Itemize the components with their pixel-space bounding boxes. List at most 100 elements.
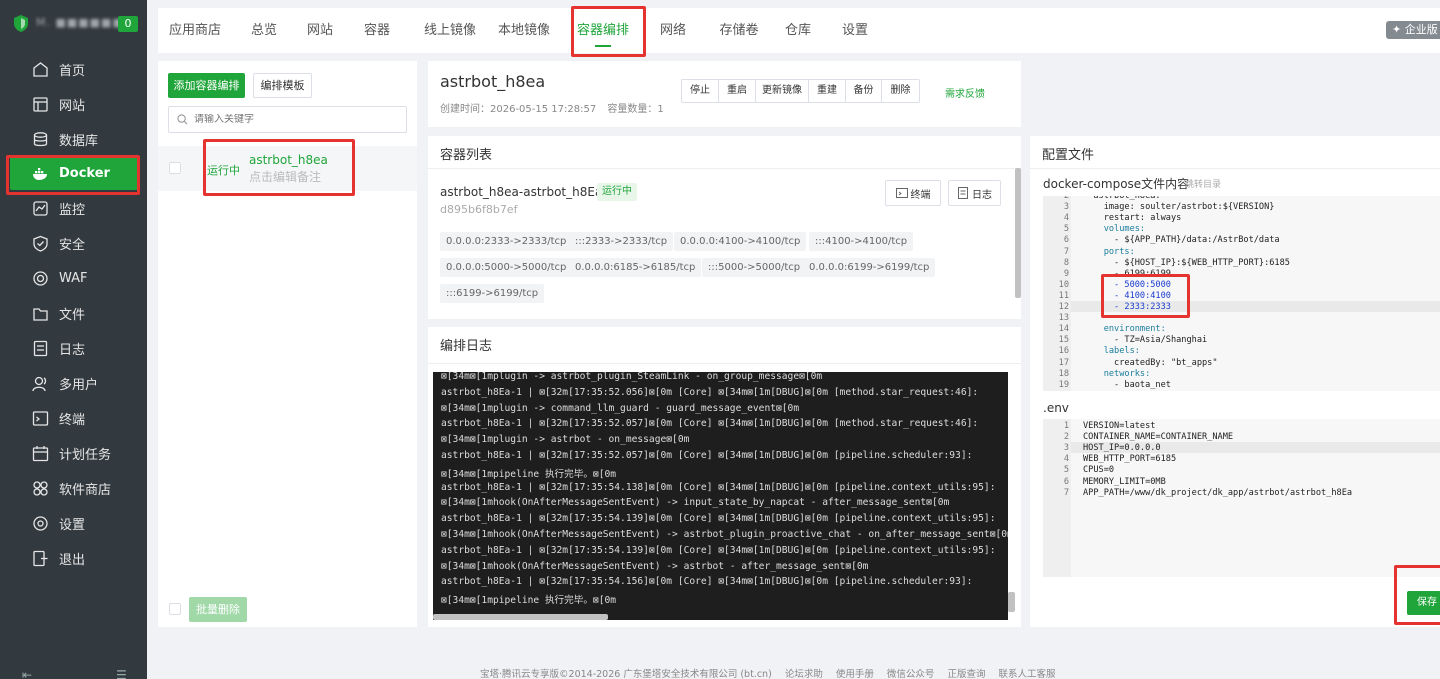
line-number: 9 xyxy=(1063,268,1069,279)
row-checkbox[interactable] xyxy=(169,162,181,174)
feedback-link[interactable]: 需求反馈 xyxy=(945,85,985,100)
action-button-5[interactable]: 删除 xyxy=(882,80,919,102)
env-editor[interactable]: 1 VERSION=latest 2 CONTAINER_NAME=CONTAINER… xyxy=(1043,419,1440,577)
tab-4[interactable]: 线上镜像 xyxy=(416,8,484,53)
line-number: 5 xyxy=(1063,465,1069,476)
shield-icon xyxy=(33,235,48,252)
exit-icon xyxy=(33,550,48,566)
footer-link-1[interactable]: 使用手册 xyxy=(836,669,874,679)
action-button-3[interactable]: 重建 xyxy=(809,80,846,102)
sidebar-item-database[interactable]: 数据库 xyxy=(10,122,138,156)
sidebar-item-monitor[interactable]: 监控 xyxy=(10,191,138,225)
line-number: 6 xyxy=(1063,476,1069,487)
jump-directory-link[interactable]: 跳转目录 xyxy=(1185,177,1221,190)
notification-badge[interactable]: 0 xyxy=(118,16,138,32)
collapse-icon[interactable]: ⇤ xyxy=(22,668,32,679)
tab-1[interactable]: 总览 xyxy=(244,8,284,53)
brand: M. ■■■■■■ 0 xyxy=(14,12,138,36)
compose-file-label: docker-compose文件内容 xyxy=(1043,177,1190,191)
batch-delete-button[interactable]: 批量删除 xyxy=(189,597,247,622)
compose-title: astrbot_h8ea xyxy=(440,72,546,91)
log-line: ⊠[34m⊠[1mpipeline 执行完毕。⊠[0m xyxy=(441,595,617,607)
tab-label: 设置 xyxy=(841,23,868,38)
created-label: 创建时间： xyxy=(440,104,490,115)
select-all-checkbox[interactable] xyxy=(169,603,181,615)
line-number: 11 xyxy=(1058,290,1069,301)
tab-0[interactable]: 应用商店 xyxy=(164,8,226,53)
tab-7[interactable]: 网络 xyxy=(652,8,694,53)
tab-5[interactable]: 本地镜像 xyxy=(495,8,553,53)
footer-link-4[interactable]: 联系人工客服 xyxy=(999,669,1056,679)
sidebar-item-gear[interactable]: 设置 xyxy=(10,506,138,540)
code-line: HOST_IP=0.0.0.0 xyxy=(1083,443,1161,454)
tab-10[interactable]: 设置 xyxy=(835,8,875,53)
port-mapping: 0.0.0.0:6185->6185/tcp xyxy=(569,258,702,277)
enterprise-button[interactable]: ✦ 企业版 xyxy=(1386,21,1440,39)
sidebar-item-website[interactable]: 网站 xyxy=(10,87,138,121)
sidebar-item-label: 终端 xyxy=(59,412,86,428)
sidebar-item-home[interactable]: 首页 xyxy=(10,52,138,86)
action-button-4[interactable]: 备份 xyxy=(846,80,882,102)
menu-icon[interactable]: ☰ xyxy=(116,668,127,679)
line-number: 17 xyxy=(1058,357,1069,368)
tab-8[interactable]: 存储卷 xyxy=(711,8,767,53)
sidebar-item-log[interactable]: 日志 xyxy=(10,331,138,365)
document-icon xyxy=(958,187,968,199)
user-icon xyxy=(32,376,47,391)
log-line: astrbot_h8Ea-1 | ⊠[32m[17:35:54.139]⊠[0m… xyxy=(441,513,996,525)
shield-logo-icon xyxy=(14,15,28,32)
log-label: 日志 xyxy=(972,189,992,201)
log-line: ⊠[34m⊠[1mplugin -> astrbot_plugin_SteamL… xyxy=(441,372,823,382)
search-input[interactable] xyxy=(194,114,394,125)
sidebar-item-exit[interactable]: 退出 xyxy=(10,541,138,575)
code-line: - TZ=Asia/Shanghai xyxy=(1083,335,1208,346)
code-line: labels: xyxy=(1083,346,1140,357)
sidebar-item-label: 监控 xyxy=(59,202,86,218)
line-number: 2 xyxy=(1063,432,1069,443)
search-box[interactable] xyxy=(168,106,407,133)
sidebar-item-label: 多用户 xyxy=(59,377,99,393)
action-button-2[interactable]: 更新镜像 xyxy=(756,80,809,102)
footer-link-3[interactable]: 正版查询 xyxy=(947,669,985,679)
action-button-group: 停止 重启 更新镜像 重建 备份 删除 xyxy=(681,79,920,103)
sidebar-item-waf[interactable]: WAF xyxy=(10,261,138,295)
footer-link-2[interactable]: 微信公众号 xyxy=(887,669,935,679)
tab-2[interactable]: 网站 xyxy=(302,8,338,53)
line-number: 4 xyxy=(1063,454,1069,465)
compose-template-button[interactable]: 编排模板 xyxy=(253,73,312,98)
action-button-0[interactable]: 停止 xyxy=(682,80,719,102)
sidebar-item-terminal[interactable]: 终端 xyxy=(10,401,138,435)
footer-link-0[interactable]: 论坛求助 xyxy=(785,669,823,679)
copyright: 宝塔·腾讯云专享版©2014-2026 广东堡塔安全技术有限公司 (bt.cn) xyxy=(480,669,772,679)
add-compose-button[interactable]: 添加容器编排 xyxy=(168,73,245,98)
sidebar-item-apps[interactable]: 软件商店 xyxy=(10,471,138,505)
sidebar-item-calendar[interactable]: 计划任务 xyxy=(10,436,138,470)
tab-9[interactable]: 仓库 xyxy=(779,8,817,53)
tab-label: 应用商店 xyxy=(168,23,221,38)
scrollbar[interactable] xyxy=(1015,168,1021,298)
line-number: 3 xyxy=(1063,443,1069,454)
database-icon xyxy=(33,131,48,146)
port-mapping: 0.0.0.0:5000->5000/tcp xyxy=(440,258,573,277)
log-output[interactable]: ⊠[34m⊠[1mplugin -> astrbot_plugin_SteamL… xyxy=(433,372,1008,620)
log-button[interactable]: 日志 xyxy=(948,180,1001,206)
code-line: networks: xyxy=(1083,368,1151,379)
annotation-box-ports xyxy=(1101,274,1190,318)
line-number: 4 xyxy=(1063,213,1069,224)
annotation-box-docker xyxy=(6,155,140,195)
annotation-box-save xyxy=(1394,565,1440,625)
enterprise-label: 企业版 xyxy=(1404,23,1438,36)
code-line: VERSION=latest xyxy=(1083,421,1156,431)
sidebar-item-label: 数据库 xyxy=(59,133,99,149)
sidebar-item-folder[interactable]: 文件 xyxy=(10,296,138,330)
log-scrollbar-h[interactable] xyxy=(433,614,608,620)
sidebar-item-user[interactable]: 多用户 xyxy=(10,366,138,400)
code-line: WEB_HTTP_PORT=6185 xyxy=(1083,454,1177,465)
terminal-button[interactable]: 终端 xyxy=(885,180,941,206)
port-mapping: 0.0.0.0:6199->6199/tcp xyxy=(803,258,936,277)
log-scrollbar-v[interactable] xyxy=(1008,592,1015,612)
tab-3[interactable]: 容器 xyxy=(358,8,396,53)
action-button-1[interactable]: 重启 xyxy=(719,80,756,102)
code-line: MEMORY_LIMIT=0MB xyxy=(1083,476,1166,487)
sidebar-item-shield[interactable]: 安全 xyxy=(10,226,138,260)
